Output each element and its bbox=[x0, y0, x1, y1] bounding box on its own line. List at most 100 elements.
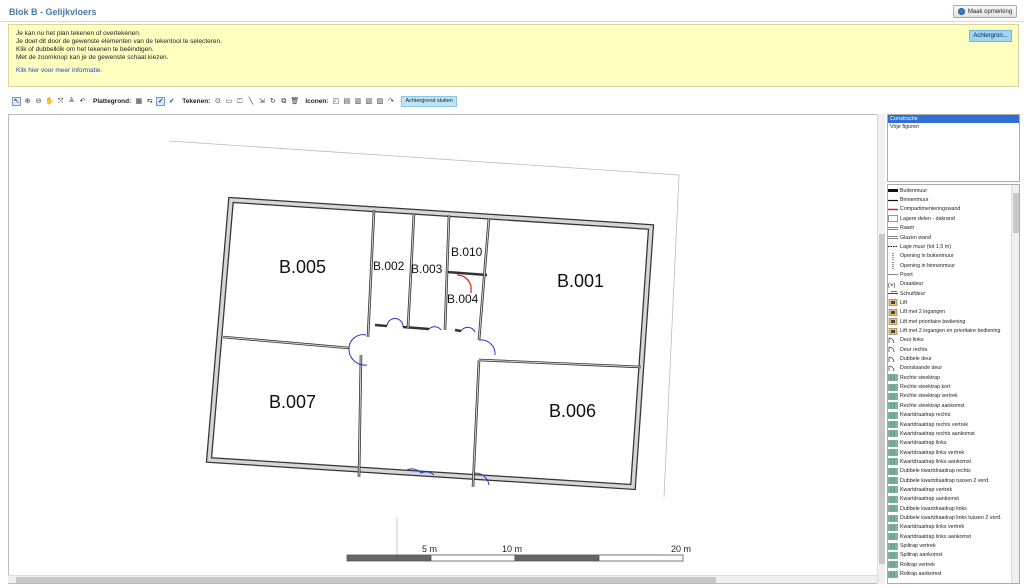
zoom-in-icon[interactable]: ⊕ bbox=[23, 97, 32, 106]
more-info-link[interactable]: Klik hier voor meer informatie. bbox=[16, 67, 102, 74]
palette-item[interactable]: Binnenmuur bbox=[888, 195, 1012, 205]
icon-tool-5-icon[interactable]: ▨ bbox=[375, 97, 384, 106]
swap-icon[interactable]: ⇆ bbox=[145, 97, 154, 106]
canvas-horizontal-scrollbar[interactable] bbox=[8, 575, 877, 583]
palette-item-label: Dubbele kwartdraaitrap rechts bbox=[900, 468, 971, 475]
palette-item[interactable]: Lift met 2 ingangen bbox=[888, 308, 1012, 318]
icon-tool-3-icon[interactable]: ▥ bbox=[353, 97, 362, 106]
icon-tool-2-icon[interactable]: ▤ bbox=[342, 97, 351, 106]
layer-item-constructie[interactable]: Constructie bbox=[888, 115, 1019, 123]
background-button[interactable]: Achtergron... bbox=[969, 30, 1012, 42]
point-icon[interactable]: ⊙ bbox=[213, 97, 222, 106]
palette-item[interactable]: Kwartdraaitrap rechts bbox=[888, 410, 1012, 420]
palette-item-icon bbox=[888, 252, 898, 260]
drawing-canvas[interactable]: B.005 B.002 B.003 B.010 B.004 B.001 B.00… bbox=[8, 114, 878, 584]
palette-item[interactable]: Rechte steektrap vertrek bbox=[888, 392, 1012, 402]
scroll-thumb[interactable] bbox=[16, 577, 716, 583]
palette-item[interactable]: Spiltrap vertrek bbox=[888, 541, 1012, 551]
pan-hand-icon[interactable]: ✋ bbox=[45, 97, 54, 106]
palette-item-icon bbox=[888, 449, 898, 456]
palette-item[interactable]: Dubbele kwartdraaitrap rechts bbox=[888, 467, 1012, 477]
rectangle-icon[interactable]: ▭ bbox=[224, 97, 233, 106]
palette-item-icon bbox=[888, 468, 898, 475]
palette-item-label: Lift met prioritaire bediening bbox=[900, 318, 966, 325]
select-pointer-icon[interactable]: ↖ bbox=[12, 96, 21, 106]
inner-walls bbox=[222, 209, 642, 488]
ortho-check-icon[interactable]: ✓ bbox=[167, 97, 176, 106]
palette-item[interactable]: Lift bbox=[888, 298, 1012, 308]
line-icon[interactable]: ╲ bbox=[246, 97, 255, 106]
measure-icon[interactable]: ≜ bbox=[67, 97, 76, 106]
palette-item[interactable]: Schuifdeur bbox=[888, 289, 1012, 299]
palette-item[interactable]: Poort bbox=[888, 270, 1012, 280]
rotate-icon[interactable]: ↻ bbox=[268, 97, 277, 106]
undo-icon[interactable]: ↶ bbox=[78, 97, 87, 106]
palette-item-icon bbox=[888, 542, 898, 550]
palette-item-label: Spiltrap vertrek bbox=[900, 543, 936, 550]
palette-item[interactable]: Kwartdraaitrap links aankomst bbox=[888, 532, 1012, 542]
zoom-out-icon[interactable]: ⊖ bbox=[34, 97, 43, 106]
palette-item-label: Kwartdraaitrap vertrek bbox=[900, 486, 953, 493]
palette-item[interactable]: Lagere delen - dakrand bbox=[888, 214, 1012, 224]
canvas-vertical-scrollbar[interactable] bbox=[877, 114, 885, 584]
palette-item[interactable]: Rechte steektrap kort bbox=[888, 382, 1012, 392]
palette-item[interactable]: Kwartdraaitrap vertrek bbox=[888, 485, 1012, 495]
palette-item[interactable]: (×) Draaideur bbox=[888, 280, 1012, 290]
palette-item[interactable]: Deur links bbox=[888, 336, 1012, 346]
palette-item[interactable]: Kwartdraaitrap rechts aankomst bbox=[888, 429, 1012, 439]
icon-tool-1-icon[interactable]: ◰ bbox=[331, 97, 340, 106]
palette-item[interactable]: Roltrap aankomst bbox=[888, 569, 1012, 579]
palette-item-icon bbox=[888, 524, 898, 531]
palette-item[interactable]: Dubbele kwartdraaitrap links tussen 2 ve… bbox=[888, 513, 1012, 523]
make-remark-button[interactable]: Maak opmerking bbox=[953, 5, 1017, 18]
palette-item[interactable]: Spiltrap aankomst bbox=[888, 551, 1012, 561]
grid-icon[interactable]: ▦ bbox=[134, 97, 143, 106]
polygon-icon[interactable]: ⏍ bbox=[235, 97, 244, 106]
close-background-button[interactable]: Achtergrond sluiten bbox=[401, 95, 457, 107]
palette-item[interactable]: Roltrap vertrek bbox=[888, 560, 1012, 570]
palette-item[interactable]: Kwartdraaitrap links bbox=[888, 438, 1012, 448]
fit-extent-icon[interactable]: ⤧ bbox=[56, 97, 65, 106]
palette-item[interactable]: Rechte steektrap bbox=[888, 373, 1012, 383]
room-label: B.001 bbox=[557, 271, 604, 291]
scroll-thumb[interactable] bbox=[879, 234, 885, 564]
palette-item-label: Schuifdeur bbox=[900, 290, 926, 297]
palette-item[interactable]: Compartimenteringswand bbox=[888, 205, 1012, 215]
redo-icon[interactable]: ↷ bbox=[386, 97, 395, 106]
palette-item[interactable]: Opening in buitenmuur bbox=[888, 251, 1012, 261]
copy-icon[interactable]: ⧉ bbox=[279, 97, 288, 106]
layer-item-vrije-figuren[interactable]: Vrije figuren bbox=[888, 123, 1019, 131]
palette-item[interactable]: Kwartdraaitrap links aankomst bbox=[888, 457, 1012, 467]
palette-item-icon bbox=[888, 337, 898, 344]
palette-item-label: Deur links bbox=[900, 337, 924, 344]
palette-item[interactable]: Doorslaande deur bbox=[888, 364, 1012, 374]
palette-item[interactable]: Kwartdraaitrap links vertrek bbox=[888, 523, 1012, 533]
palette-item[interactable]: Dubbele kwartdraaitrap links bbox=[888, 504, 1012, 514]
palette-item[interactable]: Kwartdraaitrap links vertrek bbox=[888, 448, 1012, 458]
floorplan-svg[interactable]: B.005 B.002 B.003 B.010 B.004 B.001 B.00… bbox=[9, 115, 878, 584]
delete-icon[interactable]: 🗑 bbox=[290, 97, 299, 106]
icon-tool-4-icon[interactable]: ▧ bbox=[364, 97, 373, 106]
palette-scrollbar[interactable] bbox=[1011, 185, 1019, 583]
palette-item[interactable]: Lage muur (tot 1,5 m) bbox=[888, 242, 1012, 252]
palette-item[interactable]: Rechte steektrap aankomst bbox=[888, 401, 1012, 411]
palette-item[interactable]: Glazen wand bbox=[888, 233, 1012, 243]
palette-item-label: Kwartdraaitrap rechts bbox=[900, 412, 951, 419]
snap-check-icon[interactable]: ✓ bbox=[156, 96, 166, 106]
palette-item[interactable]: Dubbele kwartdraaitrap tussen 2 verd. bbox=[888, 476, 1012, 486]
palette-item[interactable]: Lift met 2 ingangen en prioritaire bedie… bbox=[888, 326, 1012, 336]
palette-item[interactable]: Kwartdraaitrap rechts vertrek bbox=[888, 420, 1012, 430]
palette-item-label: Dubbele kwartdraaitrap tussen 2 verd. bbox=[900, 477, 990, 484]
palette-item[interactable]: Opening in binnenmuur bbox=[888, 261, 1012, 271]
palette-item[interactable]: Deur rechts bbox=[888, 345, 1012, 355]
palette-item[interactable]: Raam bbox=[888, 223, 1012, 233]
scroll-thumb[interactable] bbox=[1013, 193, 1019, 233]
palette-item[interactable]: Kwartdraaitrap aankomst bbox=[888, 495, 1012, 505]
move-icon[interactable]: ⇲ bbox=[257, 97, 266, 106]
palette-item[interactable]: Buitenmuur bbox=[888, 186, 1012, 196]
palette-item-label: Deur rechts bbox=[900, 346, 928, 353]
room-label: B.004 bbox=[447, 292, 479, 306]
palette-item[interactable]: Dubbele deur bbox=[888, 354, 1012, 364]
palette-item-icon bbox=[888, 570, 898, 578]
palette-item[interactable]: Lift met prioritaire bediening bbox=[888, 317, 1012, 327]
